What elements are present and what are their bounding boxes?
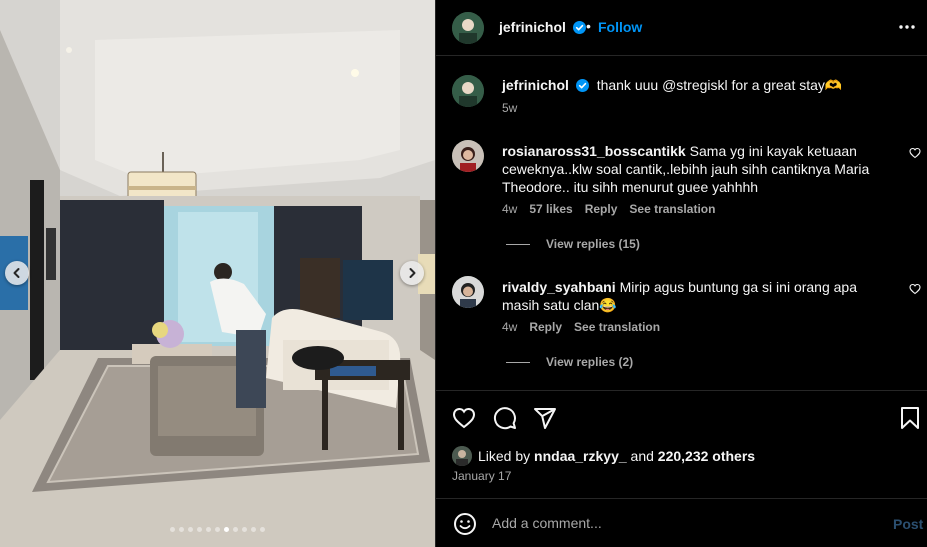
view-replies-label[interactable]: View replies (15)	[546, 237, 640, 251]
comment-like-heart-icon[interactable]	[909, 147, 921, 159]
comment-time[interactable]: 4w	[502, 202, 517, 216]
see-translation-button[interactable]: See translation	[629, 202, 715, 216]
carousel-dot	[233, 527, 238, 532]
carousel-dot	[179, 527, 184, 532]
caption-username[interactable]: jefrinichol	[502, 77, 593, 93]
view-replies-label[interactable]: View replies (2)	[546, 355, 633, 369]
hotel-room-image	[0, 0, 435, 547]
more-options-icon[interactable]	[897, 17, 917, 37]
add-comment-bar: Post	[436, 498, 927, 547]
action-bar	[436, 390, 927, 442]
likes-others-count[interactable]: 220,232 others	[658, 448, 755, 464]
carousel-dot	[170, 527, 175, 532]
comments-panel: jefrinichol • Follow jefrinichol thank u…	[435, 0, 927, 547]
chevron-left-icon	[13, 268, 20, 278]
liked-by-user[interactable]: nndaa_rzkyy_	[534, 448, 627, 464]
reply-button[interactable]: Reply	[585, 202, 618, 216]
like-heart-icon[interactable]	[452, 406, 476, 430]
carousel-dot	[215, 527, 220, 532]
reply-button[interactable]: Reply	[529, 320, 562, 334]
comment-likes-count[interactable]: 57 likes	[529, 202, 572, 216]
replies-divider	[506, 361, 530, 363]
replies-divider	[506, 243, 530, 245]
chevron-right-icon	[409, 268, 416, 278]
post-photo[interactable]	[0, 0, 435, 547]
comment-username[interactable]: rosianaross31_bosscantikk	[502, 143, 686, 159]
view-replies-button[interactable]: View replies (15)	[506, 237, 640, 251]
author-avatar[interactable]	[452, 12, 484, 44]
comment-time[interactable]: 4w	[502, 320, 517, 334]
liker-avatar[interactable]	[452, 446, 472, 466]
header-separator: •	[586, 18, 591, 34]
liked-by-joiner: and	[630, 448, 654, 464]
next-slide-button[interactable]	[400, 261, 424, 285]
likes-summary: Liked by nndaa_rzkyy_ and 220,232 others	[452, 446, 755, 466]
caption-time[interactable]: 5w	[502, 101, 517, 115]
author-username[interactable]: jefrinichol	[499, 19, 586, 35]
see-translation-button[interactable]: See translation	[574, 320, 660, 334]
comment-meta: 4w Reply See translation	[502, 320, 660, 334]
carousel-dot	[197, 527, 202, 532]
post-header: jefrinichol • Follow	[436, 0, 927, 56]
carousel-dot	[206, 527, 211, 532]
carousel-dot	[224, 527, 229, 532]
caption-avatar[interactable]	[452, 75, 484, 107]
verified-badge-icon	[572, 21, 586, 34]
follow-button[interactable]: Follow	[598, 19, 642, 35]
emoji-smiley-icon[interactable]	[453, 512, 477, 536]
caption-username-text[interactable]: jefrinichol	[502, 77, 569, 93]
carousel-dot	[260, 527, 265, 532]
commenter-avatar[interactable]	[452, 276, 484, 308]
carousel-dot	[242, 527, 247, 532]
previous-slide-button[interactable]	[5, 261, 29, 285]
caption-text: thank uuu @stregiskl for a great stay🫶	[596, 77, 843, 93]
view-replies-button[interactable]: View replies (2)	[506, 355, 633, 369]
comment-like-heart-icon[interactable]	[909, 283, 921, 295]
author-username-text[interactable]: jefrinichol	[499, 19, 566, 35]
verified-badge-icon	[575, 79, 589, 92]
add-comment-input[interactable]	[492, 511, 872, 535]
comment-username[interactable]: rivaldy_syahbani	[502, 279, 616, 295]
post-date[interactable]: January 17	[452, 469, 511, 483]
carousel-indicator	[0, 527, 435, 532]
carousel-dot	[251, 527, 256, 532]
post-comment-button[interactable]: Post	[893, 516, 923, 532]
commenter-avatar[interactable]	[452, 140, 484, 172]
comment-meta: 4w 57 likes Reply See translation	[502, 202, 715, 216]
liked-by-prefix: Liked by	[478, 448, 531, 464]
comment-bubble-icon[interactable]	[493, 406, 517, 430]
carousel-dot	[188, 527, 193, 532]
share-paper-plane-icon[interactable]	[533, 406, 557, 430]
save-bookmark-icon[interactable]	[899, 406, 921, 430]
